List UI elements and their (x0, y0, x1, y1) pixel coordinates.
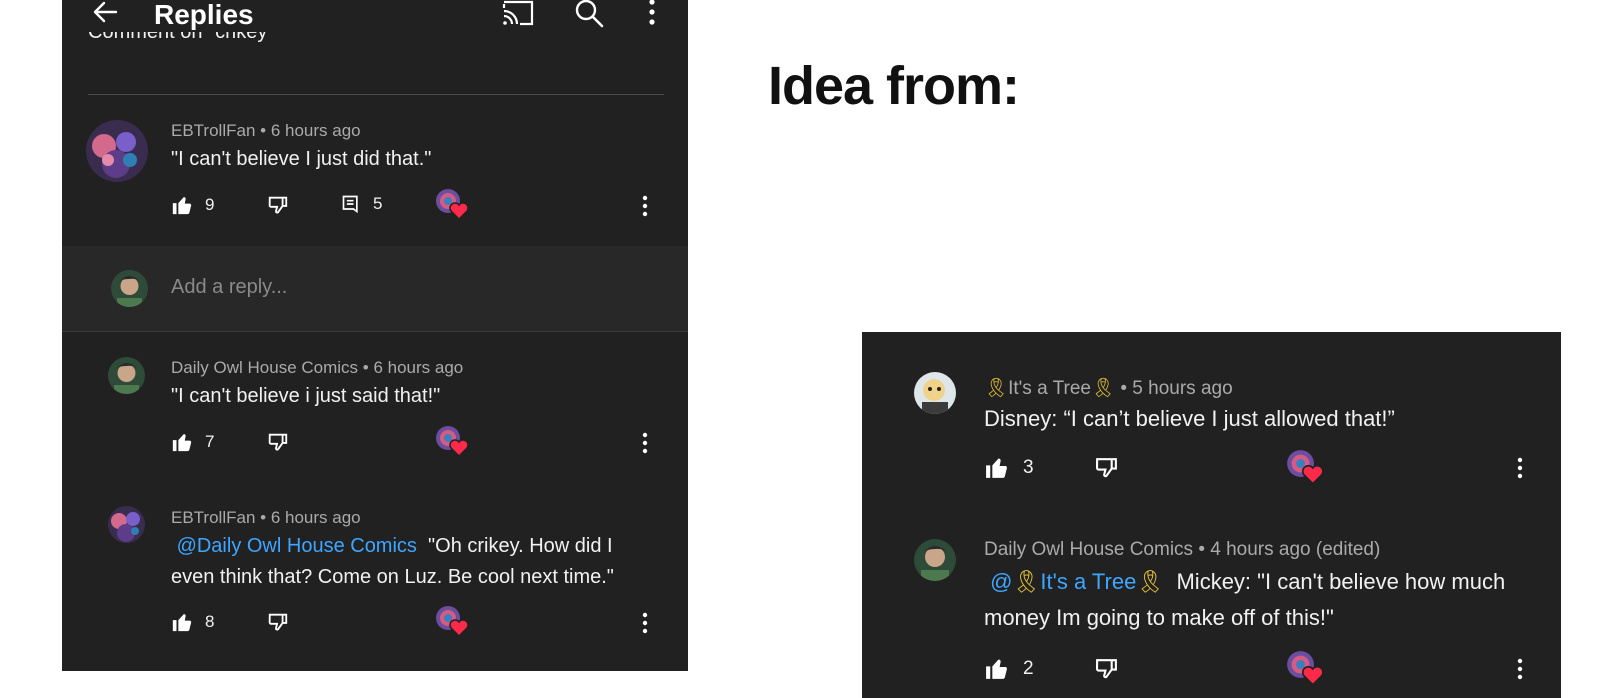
divider (62, 331, 688, 332)
comment-actions: 7 (171, 426, 671, 459)
comment-meta: EBTrollFan • 6 hours ago (171, 508, 361, 527)
comment-text: "I can't believe I just did that." (171, 148, 432, 170)
creator-heart-icon (436, 606, 469, 638)
page-title: Replies (154, 0, 254, 30)
cast-icon[interactable] (500, 0, 536, 28)
like-count: 9 (205, 195, 215, 214)
avatar[interactable] (914, 539, 956, 581)
creator-heart-icon (436, 426, 469, 458)
avatar[interactable] (108, 506, 145, 543)
like-button[interactable]: 7 (171, 431, 214, 453)
divider (88, 94, 664, 95)
dislike-button[interactable] (267, 611, 289, 633)
comment-more-icon[interactable] (641, 611, 649, 635)
like-button[interactable]: 2 (984, 656, 1034, 681)
ribbon-icon: 🎗 (1012, 569, 1041, 594)
reply-subtitle: Comment on "crikey" (88, 32, 275, 43)
like-count: 3 (1023, 456, 1034, 478)
back-arrow-icon[interactable] (90, 0, 120, 28)
comment-meta: 🎗It's a Tree🎗 • 5 hours ago (984, 378, 1233, 399)
reply-input-bar[interactable]: Add a reply... (62, 246, 688, 331)
reply-count-button[interactable]: 5 (341, 194, 382, 214)
replies-panel: Replies Comment on "crikey" EBTrollFan •… (62, 0, 688, 671)
comment-more-icon[interactable] (1516, 455, 1524, 481)
creator-heart-icon (1287, 450, 1324, 485)
comment-meta: Daily Owl House Comics • 6 hours ago (171, 358, 464, 377)
comment-text: @Daily Owl House Comics "Oh crikey. How … (171, 535, 614, 588)
like-count: 7 (205, 432, 215, 451)
ribbon-icon: 🎗 (1136, 569, 1165, 594)
comment-more-icon[interactable] (641, 431, 649, 455)
ribbon-icon: 🎗 (984, 378, 1009, 399)
comment-actions: 3 (984, 450, 1544, 485)
comment-icon (342, 195, 358, 214)
creator-heart-icon (436, 189, 469, 221)
source-comments-panel: 🎗It's a Tree🎗 • 5 hours ago Disney: “I c… (862, 332, 1561, 698)
comment-text: "I can't believe i just said that!" (171, 385, 441, 407)
mention-link[interactable]: @🎗It's a Tree🎗 (990, 569, 1164, 594)
like-button[interactable]: 3 (984, 455, 1034, 480)
thumbs-up-icon (986, 458, 1007, 478)
avatar[interactable] (914, 372, 956, 414)
thumbs-down-icon (268, 613, 288, 631)
like-count: 2 (1023, 657, 1034, 679)
dislike-button[interactable] (1094, 656, 1119, 681)
comment-text: @🎗It's a Tree🎗 Mickey: "I can't believe … (984, 569, 1506, 630)
dislike-button[interactable] (267, 431, 289, 453)
like-count: 8 (205, 612, 215, 631)
comment-meta: Daily Owl House Comics • 4 hours ago (ed… (984, 539, 1381, 560)
like-button[interactable]: 9 (171, 194, 214, 216)
like-button[interactable]: 8 (171, 611, 214, 633)
thumbs-up-icon (986, 659, 1007, 679)
idea-heading: Idea from: (768, 56, 1020, 116)
comment-actions: 9 5 (171, 189, 671, 222)
comment-actions: 8 (171, 606, 671, 639)
creator-heart-icon (1287, 651, 1324, 686)
more-vert-icon[interactable] (647, 0, 657, 28)
thumbs-down-icon (268, 196, 288, 214)
reply-count: 5 (373, 194, 383, 213)
ribbon-icon: 🎗 (1090, 378, 1116, 399)
comment-meta: EBTrollFan • 6 hours ago (171, 121, 361, 140)
thumbs-down-icon (1095, 458, 1117, 478)
dislike-button[interactable] (1094, 455, 1119, 480)
avatar[interactable] (108, 357, 145, 394)
thumbs-up-icon (172, 434, 192, 452)
search-icon[interactable] (574, 0, 604, 28)
comment-more-icon[interactable] (1516, 656, 1524, 682)
thumbs-up-icon (172, 614, 192, 632)
thumbs-up-icon (172, 197, 192, 215)
user-avatar (111, 270, 148, 307)
comment-text: Disney: “I can’t believe I just allowed … (984, 406, 1395, 431)
dislike-button[interactable] (267, 194, 289, 216)
mention-link[interactable]: @Daily Owl House Comics (177, 535, 417, 557)
thumbs-down-icon (1095, 659, 1117, 679)
thumbs-down-icon (268, 433, 288, 451)
reply-input[interactable]: Add a reply... (171, 276, 287, 299)
comment-more-icon[interactable] (641, 194, 649, 218)
avatar[interactable] (86, 120, 148, 182)
comment-actions: 2 (984, 651, 1544, 686)
